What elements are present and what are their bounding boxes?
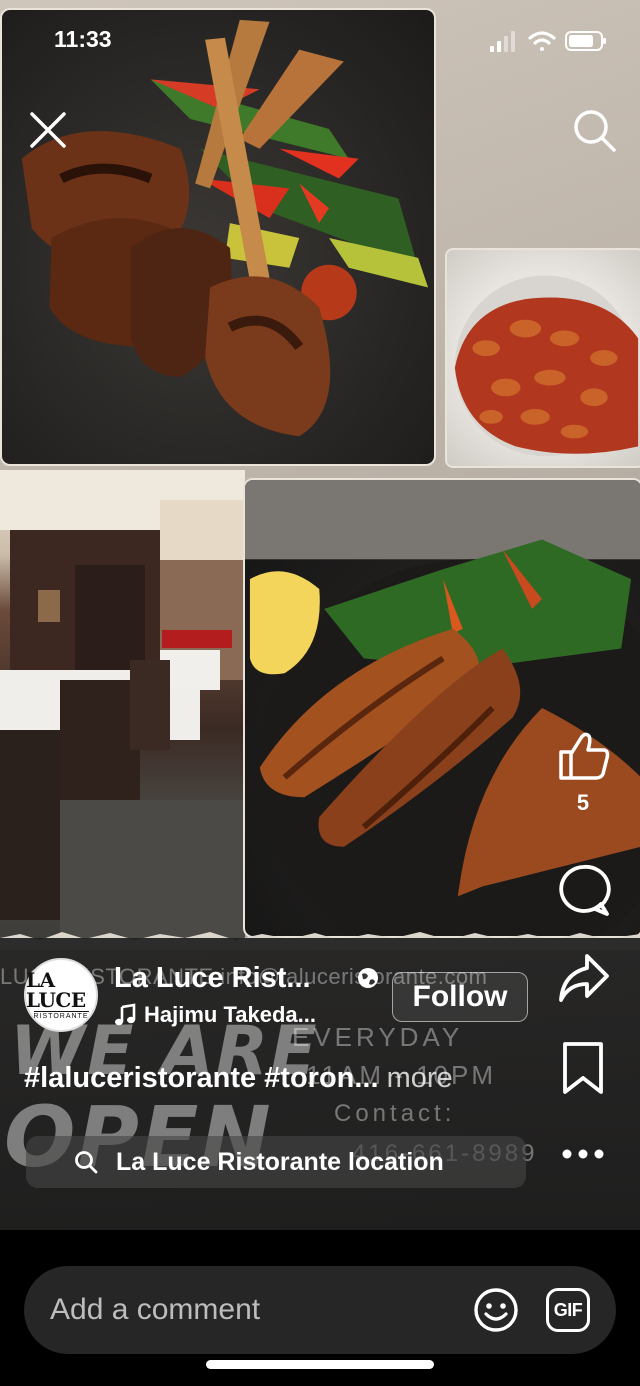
avatar-logo-subtext: RISTORANTE — [33, 1011, 89, 1020]
like-button[interactable]: 5 — [553, 728, 613, 816]
search-icon — [75, 1151, 98, 1174]
gif-button[interactable]: GIF — [546, 1288, 590, 1332]
comment-input[interactable] — [50, 1290, 470, 1330]
status-time: 11:33 — [54, 26, 112, 52]
more-icon — [562, 1149, 604, 1159]
location-label: La Luce Ristorante location — [116, 1147, 444, 1176]
share-button[interactable] — [553, 950, 613, 1006]
dining-room-photo — [0, 470, 245, 940]
comment-button[interactable] — [553, 862, 613, 918]
home-indicator — [206, 1360, 434, 1369]
signal-icon — [490, 31, 515, 52]
close-icon[interactable] — [26, 108, 70, 152]
bookmark-icon — [563, 1042, 603, 1094]
gif-icon: GIF — [553, 1299, 583, 1320]
share-icon — [559, 954, 609, 1002]
account-name[interactable]: La Luce Rist... — [114, 962, 311, 995]
wifi-icon — [528, 31, 556, 51]
status-icons — [490, 31, 606, 52]
avatar-logo-text: LA LUCE — [26, 968, 86, 1012]
comment-icon — [559, 864, 611, 916]
like-icon — [559, 732, 610, 780]
follow-button[interactable]: Follow — [392, 972, 528, 1022]
caption-more-link[interactable]: more — [387, 1062, 453, 1094]
globe-icon — [358, 968, 378, 988]
avatar[interactable]: LA LUCE RISTORANTE — [24, 958, 98, 1032]
lamb-chops-photo — [0, 8, 436, 466]
music-icon — [115, 1003, 136, 1026]
more-options-button[interactable] — [553, 1140, 613, 1168]
music-track[interactable]: Hajimu Takeda... — [114, 1002, 316, 1028]
location-search-pill[interactable]: La Luce Ristorante location — [26, 1136, 526, 1188]
save-button[interactable] — [553, 1040, 613, 1096]
caption[interactable]: #laluceristorante #toron... more — [24, 1062, 453, 1095]
reel-media[interactable]: LUCE RISTORANTE info@laluceristorante.co… — [0, 0, 640, 1230]
emoji-icon[interactable] — [472, 1286, 520, 1334]
search-icon[interactable] — [570, 106, 618, 154]
like-count: 5 — [576, 790, 590, 815]
ad-hours-days: EVERYDAY — [292, 1022, 464, 1052]
caption-text: #laluceristorante #toron... — [24, 1062, 379, 1094]
battery-icon — [565, 31, 606, 51]
music-track-label: Hajimu Takeda... — [144, 1002, 316, 1027]
pasta-photo — [445, 248, 640, 468]
ad-contact-label: Contact: — [334, 1100, 456, 1127]
comment-box[interactable]: GIF — [24, 1266, 616, 1354]
